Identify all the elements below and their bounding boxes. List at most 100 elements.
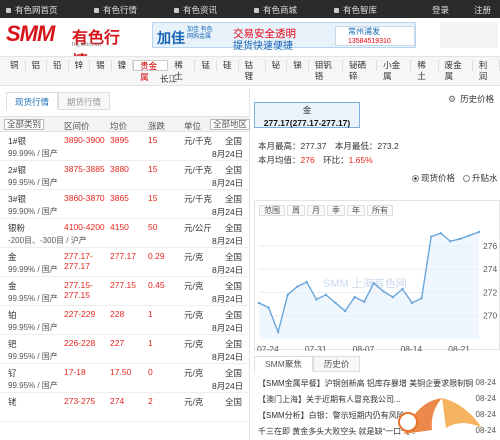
row-date: 8月24日 xyxy=(212,352,244,362)
metal-second-row[interactable]: 长江 xyxy=(160,73,177,85)
data-point xyxy=(363,300,366,303)
metal-tab[interactable]: 小金属 xyxy=(377,60,412,81)
radio-premium[interactable]: 升贴水 xyxy=(463,172,498,184)
data-point xyxy=(439,231,442,235)
table-row[interactable]: 铑 273-275 274 2 元/克 全国 xyxy=(0,393,250,422)
price-chart-svg: 276 274 272 270 07-24 07-31 08-07 08-14 08-21 SMM… xyxy=(257,230,497,351)
range-quarter[interactable]: 季 xyxy=(327,205,345,216)
row-range: 3860-3870 xyxy=(64,193,105,203)
metal-tab[interactable]: 铝 xyxy=(26,60,48,71)
nav-home[interactable]: 有色网首页 xyxy=(6,4,58,16)
data-point xyxy=(343,309,347,313)
row-range: 277.15-277.15 xyxy=(64,280,93,300)
range-month[interactable]: 月 xyxy=(307,205,325,216)
table-row[interactable]: 金 99.95% / 国产 277.15-277.15 277.15 0.45 元/克 全国… xyxy=(0,277,250,306)
stat-high: 277.37 xyxy=(300,141,327,151)
table-row[interactable]: 钌 99.95% / 国产 17-18 17.50 0 元/克 全国 8月24日 xyxy=(0,364,250,393)
table-row[interactable]: 银粉 -200目、-300目 / 沪产 4100-4200 4150 50 元/公斤 全国 8… xyxy=(0,219,250,248)
stat-avg-label: 本月均值： xyxy=(258,155,301,165)
row-avg: 4150 xyxy=(110,222,129,232)
row-change: 0.45 xyxy=(148,280,165,290)
row-region: 全国 xyxy=(225,397,243,407)
nav-news[interactable]: 有色资讯 xyxy=(174,4,217,16)
nav-news-label: 有色资讯 xyxy=(183,5,218,15)
metal-tab[interactable]: 硅 xyxy=(217,60,239,71)
quote-price: 277.17(277.17-277.17) xyxy=(263,118,351,128)
row-avg: 227 xyxy=(110,338,125,348)
metal-tab[interactable]: 镍 xyxy=(112,60,134,71)
table-header: 全部类别 区间价 均价 涨跌 单位 全部地区 xyxy=(0,116,250,132)
nav-mall-label: 有色商城 xyxy=(263,5,298,15)
metal-tab[interactable]: 废金属 xyxy=(439,60,473,81)
data-point xyxy=(420,297,423,300)
table-row[interactable]: 1#银 99.99% / 国产 3890-3900 3895 15 元/千克 全国 8月24日 xyxy=(0,132,250,161)
row-name: 铂 xyxy=(8,310,17,320)
logo-url: hq.smm.cn xyxy=(72,42,102,48)
logo-brand: SMM xyxy=(6,21,55,46)
metal-tab[interactable]: 利润 xyxy=(473,60,500,81)
metal-tab[interactable]: 锰 xyxy=(195,60,217,71)
metal-tab[interactable]: 稀土 xyxy=(411,60,439,81)
metal-tab[interactable]: 铋硒碲 xyxy=(343,60,378,81)
row-range: 227-229 xyxy=(64,309,96,319)
row-avg: 3880 xyxy=(110,164,129,174)
row-unit: 元/公斤 xyxy=(184,223,212,233)
login-link[interactable]: 登录 xyxy=(432,4,449,16)
metal-tab[interactable]: 钴锂 xyxy=(239,60,266,81)
row-date: 8月24日 xyxy=(212,149,244,159)
nav-quotes[interactable]: 有色行情 xyxy=(94,4,137,16)
radio-premium-label: 升贴水 xyxy=(472,173,498,183)
row-spec: 99.99% / 国产 xyxy=(8,149,58,158)
register-label: 注册 xyxy=(474,5,492,15)
ad-phone: 13584519310 xyxy=(348,38,391,45)
category-select[interactable]: 全部类别 xyxy=(4,119,45,130)
row-change: 15 xyxy=(148,135,158,145)
region-select[interactable]: 全部地区 xyxy=(210,119,250,130)
table-row[interactable]: 2#银 99.95% / 国产 3875-3885 3880 15 元/千克 全国 8月24日 xyxy=(0,161,250,190)
metal-tab[interactable]: 锑 xyxy=(287,60,309,71)
tab-history-price[interactable]: 历史价 xyxy=(312,356,361,372)
table-row[interactable]: 铂 99.95% / 国产 227-229 228 1 元/克 全国 8月24日 xyxy=(0,306,250,335)
metal-tab[interactable]: 钼钒铬 xyxy=(309,60,343,81)
row-spec: 99.99% / 国产 xyxy=(8,265,58,274)
table-row[interactable]: 金 99.99% / 国产 277.17-277.17 277.17 0.29 元/克 全国… xyxy=(0,248,250,277)
ad-banner[interactable]: 加佳 加佳 有色 网购金属 交易安全透明 提货快速便捷 常州浦发 1358451… xyxy=(152,22,416,52)
stat-mom-label: 环比： xyxy=(323,155,349,165)
ad-partner-name: 常州浦发 xyxy=(348,27,380,36)
range-all[interactable]: 所有 xyxy=(367,205,393,216)
history-config[interactable]: ⚙ 历史价格 xyxy=(448,93,494,105)
metal-tab[interactable]: 铋 xyxy=(266,60,288,71)
data-point xyxy=(324,293,328,296)
row-region: 全国 xyxy=(225,281,243,291)
gear-icon: ⚙ xyxy=(448,93,457,104)
range-week[interactable]: 周 xyxy=(287,205,305,216)
nav-mall[interactable]: 有色商城 xyxy=(254,4,297,16)
metal-tab[interactable]: 贵金属 xyxy=(133,60,169,82)
tab-spot[interactable]: 现货行情 xyxy=(6,92,59,110)
metal-tab[interactable]: 锡 xyxy=(90,60,112,71)
tab-smm-focus[interactable]: SMM聚焦 xyxy=(254,356,313,372)
price-tabs: 现货行情 期货行情 xyxy=(6,92,111,110)
range-year[interactable]: 年 xyxy=(347,205,365,216)
row-range: 226-228 xyxy=(64,338,96,348)
table-row[interactable]: 3#银 99.90% / 国产 3860-3870 3865 15 元/千克 全国 8月24日 xyxy=(0,190,250,219)
metal-tab[interactable]: 锌 xyxy=(69,60,91,71)
tab-futures[interactable]: 期货行情 xyxy=(58,92,111,110)
row-avg: 228 xyxy=(110,309,125,319)
chart-watermark: SMM 上海有色网 xyxy=(323,276,407,290)
site-logo[interactable]: SMM 有色行情 hq.smm.cn xyxy=(6,21,131,71)
data-point xyxy=(296,285,299,288)
metal-tab[interactable]: 铅 xyxy=(47,60,69,71)
register-link[interactable]: 注册 xyxy=(474,4,491,16)
row-date: 8月24日 xyxy=(212,381,244,391)
metal-tab[interactable]: 铜 xyxy=(4,60,26,71)
col-change: 涨跌 xyxy=(148,121,166,131)
table-row[interactable]: 钯 99.95% / 国产 226-228 227 1 元/克 全国 8月24日 xyxy=(0,335,250,364)
news-icon xyxy=(174,7,179,13)
nav-think-tank[interactable]: 有色智库 xyxy=(334,4,377,16)
radio-spot[interactable]: 现货价格 xyxy=(412,172,455,184)
stat-row-2: 本月均值：276 环比：1.65% xyxy=(258,154,373,166)
data-point xyxy=(477,230,481,234)
col-range: 区间价 xyxy=(64,121,90,131)
metal-tab[interactable]: 稀土 xyxy=(168,60,196,81)
